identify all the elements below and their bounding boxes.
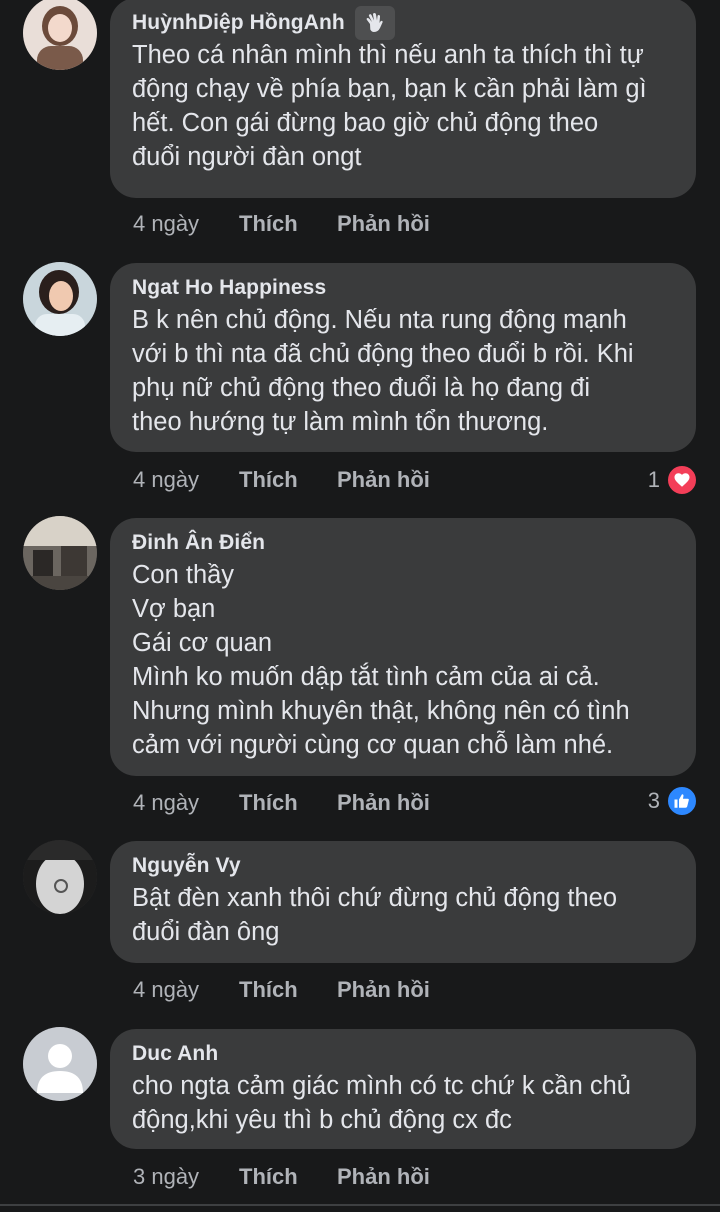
like-button[interactable]: Thích [239, 467, 337, 493]
reaction-summary[interactable]: 1 [647, 464, 698, 496]
reply-button[interactable]: Phản hồi [337, 1164, 430, 1190]
avatar[interactable] [23, 1027, 97, 1101]
comment-bubble: Nguyễn Vy Bật đèn xanh thôi chứ đừng chủ… [110, 841, 696, 963]
thumbs-up-icon [666, 785, 698, 817]
commenter-name[interactable]: HuỳnhDiệp HồngAnh [132, 11, 345, 35]
avatar[interactable] [23, 0, 97, 70]
commenter-name[interactable]: Nguyễn Vy [132, 854, 241, 878]
reply-button[interactable]: Phản hồi [337, 790, 430, 816]
like-button[interactable]: Thích [239, 1164, 337, 1190]
comment-bubble: Đinh Ân Điển Con thầy Vợ bạn Gái cơ quan… [110, 518, 696, 776]
divider [0, 1204, 720, 1206]
heart-icon [666, 464, 698, 496]
reaction-count: 3 [647, 788, 660, 813]
like-button[interactable]: Thích [239, 790, 337, 816]
avatar[interactable] [23, 840, 97, 914]
comment-text: Theo cá nhân mình thì nếu anh ta thích t… [132, 41, 647, 171]
reply-button[interactable]: Phản hồi [337, 211, 430, 237]
commenter-name[interactable]: Duc Anh [132, 1042, 218, 1066]
comment-bubble: HuỳnhDiệp HồngAnh Theo cá nhân mình thì … [110, 0, 696, 198]
commenter-name[interactable]: Ngat Ho Happiness [132, 276, 326, 300]
waving-hand-icon[interactable] [354, 6, 395, 40]
timestamp[interactable]: 4 ngày [133, 467, 239, 493]
reaction-summary[interactable]: 3 [647, 785, 698, 817]
avatar[interactable] [23, 262, 97, 336]
like-button[interactable]: Thích [239, 977, 337, 1003]
comment-text: Bật đèn xanh thôi chứ đừng chủ động theo… [132, 884, 617, 946]
comment-text: B k nên chủ động. Nếu nta rung động mạnh… [132, 306, 634, 436]
comment-bubble: Ngat Ho Happiness B k nên chủ động. Nếu … [110, 263, 696, 452]
timestamp[interactable]: 4 ngày [133, 211, 239, 237]
comment-text: Con thầy Vợ bạn Gái cơ quan Mình ko muốn… [132, 561, 630, 759]
timestamp[interactable]: 3 ngày [133, 1164, 239, 1190]
comment-bubble: Duc Anh cho ngta cảm giác mình có tc chứ… [110, 1029, 696, 1149]
reply-button[interactable]: Phản hồi [337, 977, 430, 1003]
timestamp[interactable]: 4 ngày [133, 790, 239, 816]
like-button[interactable]: Thích [239, 211, 337, 237]
reply-button[interactable]: Phản hồi [337, 467, 430, 493]
commenter-name[interactable]: Đinh Ân Điển [132, 531, 265, 555]
reaction-count: 1 [647, 467, 660, 492]
avatar[interactable] [23, 516, 97, 590]
comment-text: cho ngta cảm giác mình có tc chứ k cần c… [132, 1072, 631, 1134]
timestamp[interactable]: 4 ngày [133, 977, 239, 1003]
